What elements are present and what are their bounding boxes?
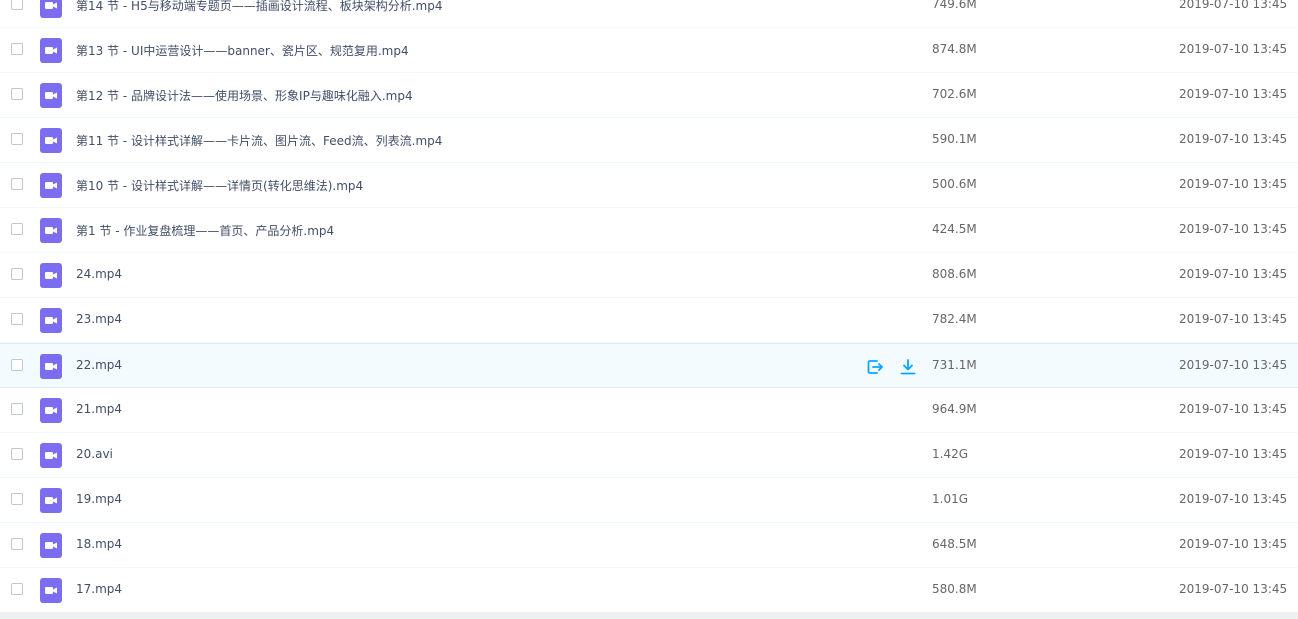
file-date: 2019-07-10 13:45 — [1179, 402, 1288, 416]
file-row[interactable]: 第1 节 - 作业复盘梳理——首页、产品分析.mp4 424.5M 2019-0… — [0, 208, 1298, 253]
video-file-icon — [40, 443, 62, 468]
row-checkbox[interactable] — [11, 448, 23, 460]
file-name[interactable]: 20.avi — [76, 447, 113, 461]
file-size: 874.8M — [932, 42, 977, 56]
file-row[interactable]: 23.mp4 782.4M 2019-07-10 13:45 — [0, 298, 1298, 343]
file-row[interactable]: 17.mp4 580.8M 2019-07-10 13:45 — [0, 568, 1298, 613]
row-checkbox[interactable] — [11, 0, 23, 10]
row-checkbox[interactable] — [11, 178, 23, 190]
file-name[interactable]: 17.mp4 — [76, 582, 122, 596]
file-size: 1.01G — [932, 492, 969, 506]
file-row[interactable]: 19.mp4 1.01G 2019-07-10 13:45 — [0, 478, 1298, 523]
file-name[interactable]: 第14 节 - H5与移动端专题页——插画设计流程、板块架构分析.mp4 — [76, 0, 442, 14]
file-name[interactable]: 19.mp4 — [76, 492, 122, 506]
file-size: 749.6M — [932, 0, 977, 11]
file-size: 500.6M — [932, 177, 977, 191]
video-file-icon — [40, 533, 62, 558]
file-name[interactable]: 21.mp4 — [76, 402, 122, 416]
file-size: 590.1M — [932, 132, 977, 146]
download-icon[interactable] — [898, 357, 918, 377]
video-file-icon — [40, 0, 62, 18]
row-checkbox[interactable] — [11, 359, 23, 371]
file-size: 1.42G — [932, 447, 969, 461]
file-date: 2019-07-10 13:45 — [1179, 222, 1288, 236]
file-row[interactable]: 第13 节 - UI中运营设计——banner、瓷片区、规范复用.mp4 874… — [0, 28, 1298, 73]
file-date: 2019-07-10 13:45 — [1179, 492, 1288, 506]
file-row-hovered[interactable]: 22.mp4 731.1M 2019-07-10 13:45 — [0, 343, 1298, 388]
row-checkbox[interactable] — [11, 538, 23, 550]
file-size: 782.4M — [932, 312, 977, 326]
file-date: 2019-07-10 13:45 — [1179, 582, 1288, 596]
file-row[interactable]: 20.avi 1.42G 2019-07-10 13:45 — [0, 433, 1298, 478]
file-date: 2019-07-10 13:45 — [1179, 42, 1288, 56]
file-row[interactable]: 第12 节 - 品牌设计法——使用场景、形象IP与趣味化融入.mp4 702.6… — [0, 73, 1298, 118]
video-file-icon — [40, 398, 62, 423]
file-name[interactable]: 23.mp4 — [76, 312, 122, 326]
list-footer-bar — [0, 612, 1298, 619]
file-date: 2019-07-10 13:45 — [1179, 447, 1288, 461]
file-name[interactable]: 第1 节 - 作业复盘梳理——首页、产品分析.mp4 — [76, 222, 334, 239]
row-checkbox[interactable] — [11, 313, 23, 325]
share-export-icon[interactable] — [865, 357, 885, 377]
file-date: 2019-07-10 13:45 — [1179, 312, 1288, 326]
file-size: 731.1M — [932, 358, 977, 372]
video-file-icon — [40, 263, 62, 288]
file-name[interactable]: 22.mp4 — [76, 358, 122, 372]
file-date: 2019-07-10 13:45 — [1179, 177, 1288, 191]
row-checkbox[interactable] — [11, 583, 23, 595]
file-name[interactable]: 第12 节 - 品牌设计法——使用场景、形象IP与趣味化融入.mp4 — [76, 87, 413, 104]
video-file-icon — [40, 218, 62, 243]
video-file-icon — [40, 578, 62, 603]
file-size: 702.6M — [932, 87, 977, 101]
file-size: 964.9M — [932, 402, 977, 416]
file-list: 第14 节 - H5与移动端专题页——插画设计流程、板块架构分析.mp4 749… — [0, 0, 1298, 613]
file-date: 2019-07-10 13:45 — [1179, 358, 1288, 372]
file-date: 2019-07-10 13:45 — [1179, 267, 1288, 281]
file-row[interactable]: 24.mp4 808.6M 2019-07-10 13:45 — [0, 253, 1298, 298]
row-checkbox[interactable] — [11, 268, 23, 280]
row-checkbox[interactable] — [11, 133, 23, 145]
video-file-icon — [40, 488, 62, 513]
row-checkbox[interactable] — [11, 493, 23, 505]
video-file-icon — [40, 354, 62, 379]
file-date: 2019-07-10 13:45 — [1179, 0, 1288, 11]
video-file-icon — [40, 173, 62, 198]
file-row[interactable]: 第10 节 - 设计样式详解——详情页(转化思维法).mp4 500.6M 20… — [0, 163, 1298, 208]
file-row[interactable]: 21.mp4 964.9M 2019-07-10 13:45 — [0, 388, 1298, 433]
file-size: 808.6M — [932, 267, 977, 281]
row-checkbox[interactable] — [11, 223, 23, 235]
file-date: 2019-07-10 13:45 — [1179, 132, 1288, 146]
file-date: 2019-07-10 13:45 — [1179, 537, 1288, 551]
file-row[interactable]: 第14 节 - H5与移动端专题页——插画设计流程、板块架构分析.mp4 749… — [0, 0, 1298, 28]
file-name[interactable]: 24.mp4 — [76, 267, 122, 281]
row-checkbox[interactable] — [11, 43, 23, 55]
video-file-icon — [40, 128, 62, 153]
video-file-icon — [40, 308, 62, 333]
file-name[interactable]: 18.mp4 — [76, 537, 122, 551]
file-date: 2019-07-10 13:45 — [1179, 87, 1288, 101]
row-checkbox[interactable] — [11, 88, 23, 100]
file-name[interactable]: 第11 节 - 设计样式详解——卡片流、图片流、Feed流、列表流.mp4 — [76, 132, 442, 149]
video-file-icon — [40, 83, 62, 108]
file-name[interactable]: 第13 节 - UI中运营设计——banner、瓷片区、规范复用.mp4 — [76, 42, 409, 59]
file-row[interactable]: 第11 节 - 设计样式详解——卡片流、图片流、Feed流、列表流.mp4 59… — [0, 118, 1298, 163]
file-row[interactable]: 18.mp4 648.5M 2019-07-10 13:45 — [0, 523, 1298, 568]
file-name[interactable]: 第10 节 - 设计样式详解——详情页(转化思维法).mp4 — [76, 177, 363, 194]
file-size: 648.5M — [932, 537, 977, 551]
file-size: 424.5M — [932, 222, 977, 236]
file-size: 580.8M — [932, 582, 977, 596]
row-checkbox[interactable] — [11, 403, 23, 415]
video-file-icon — [40, 38, 62, 63]
